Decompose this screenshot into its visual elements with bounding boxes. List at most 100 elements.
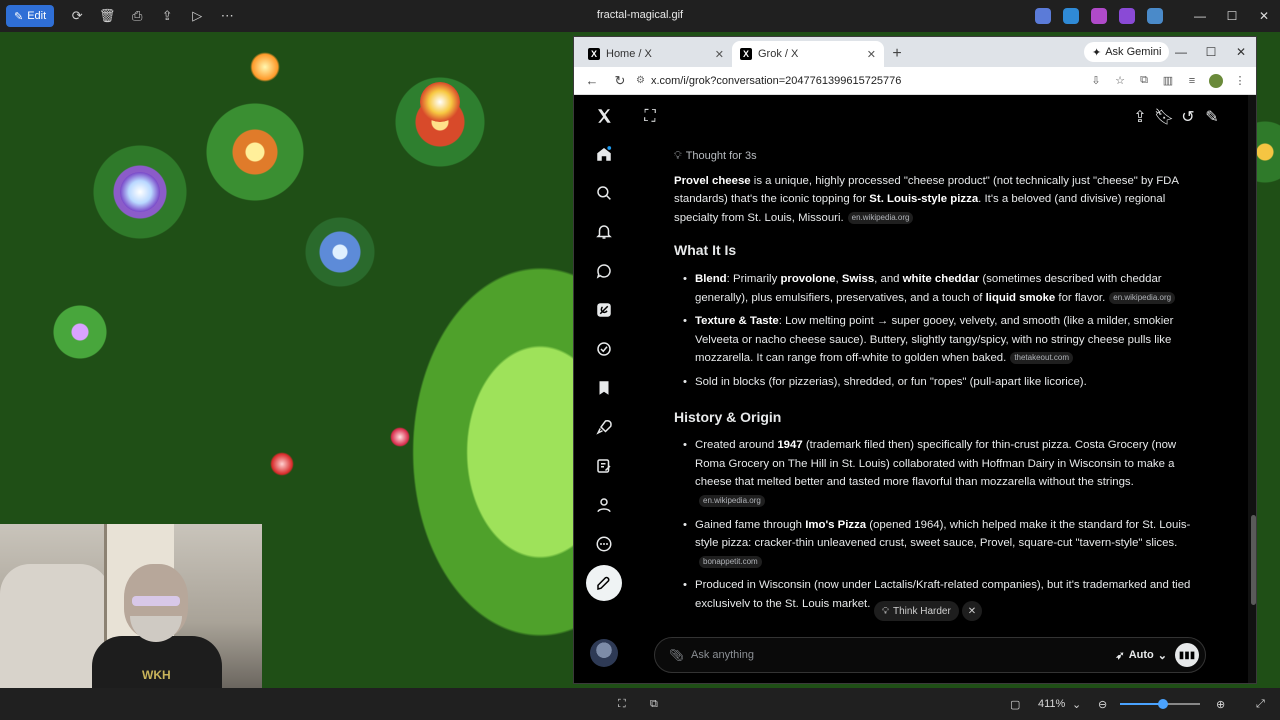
grok-icon[interactable]	[589, 295, 619, 325]
x-logo-icon: X	[740, 48, 752, 60]
delete-icon[interactable]: 🗑	[92, 4, 122, 28]
new-chat-icon[interactable]: ✎	[1204, 109, 1220, 126]
zoom-out-icon[interactable]: ⊖	[1098, 688, 1107, 720]
zoom-slider-knob[interactable]	[1158, 699, 1168, 709]
ask-composer: 📎︎ ➶ Auto ⌄ ▮▮▮	[654, 637, 1206, 673]
sidebar-icon[interactable]: ▥	[1158, 71, 1178, 91]
verified-icon[interactable]	[589, 334, 619, 364]
copilot-icon[interactable]	[1035, 8, 1051, 24]
source-chip[interactable]: en.wikipedia.org	[699, 494, 765, 507]
viewer-toolbar: ✎ Edit ⟳ 🗑 ⎙ ⇪ ▷ ⋯ fractal-magical.gif —…	[0, 0, 1280, 32]
close-icon[interactable]: ✕	[1248, 0, 1280, 32]
webcam-shirt-text: WKH	[142, 668, 171, 682]
profile-icon[interactable]	[1206, 71, 1226, 91]
expand-icon[interactable]: ⛶	[642, 108, 658, 125]
minimize-icon[interactable]: —	[1166, 37, 1196, 67]
bold-text: Blend	[695, 272, 727, 285]
source-chip[interactable]: bonappetit.com	[699, 555, 762, 568]
history-list: Created around 1947 (trademark filed the…	[674, 436, 1194, 607]
zoom-level[interactable]: 411%	[1038, 688, 1065, 720]
section-heading: What It Is	[674, 242, 737, 259]
messages-icon[interactable]	[589, 256, 619, 286]
profile-icon[interactable]	[589, 490, 619, 520]
zoom-in-icon[interactable]: ⊕	[1216, 688, 1225, 720]
rocket-icon[interactable]	[589, 412, 619, 442]
more-icon[interactable]	[589, 529, 619, 559]
scrollbar[interactable]	[1248, 95, 1256, 683]
think-harder-button[interactable]: 💡︎ Think Harder	[874, 601, 959, 621]
reading-list-icon[interactable]: ≡	[1182, 71, 1202, 91]
maximize-icon[interactable]: ☐	[1216, 0, 1248, 32]
app-icon[interactable]	[1119, 8, 1135, 24]
bold-text: white cheddar	[902, 272, 980, 285]
scrollbar-thumb[interactable]	[1251, 515, 1256, 605]
back-icon[interactable]: ←	[580, 69, 604, 93]
lightbulb-icon: 💡︎	[882, 605, 889, 617]
close-icon[interactable]: ✕	[715, 48, 724, 61]
zoom-slider[interactable]	[1120, 699, 1200, 709]
bookmarks-icon[interactable]	[589, 373, 619, 403]
tab-title: Home / X	[606, 48, 652, 60]
edit-button[interactable]: ✎ Edit	[6, 5, 55, 27]
search-icon[interactable]	[589, 178, 619, 208]
mode-select[interactable]: ➶ Auto ⌄	[1116, 649, 1167, 662]
url-field[interactable]: ⚙ x.com/i/grok?conversation=204776139961…	[636, 75, 1082, 87]
print-icon[interactable]: ⎙	[122, 4, 152, 28]
browser-window: X Home / X ✕ X Grok / X ✕ + ✦ Ask Gemini…	[573, 36, 1257, 684]
compose-button[interactable]	[586, 565, 622, 601]
fit-icon[interactable]: ⛶	[618, 688, 626, 720]
rotate-icon[interactable]: ⟳	[62, 4, 92, 28]
voice-button[interactable]: ▮▮▮	[1175, 643, 1199, 667]
share-icon[interactable]: ⇪	[1132, 109, 1148, 126]
browser-window-controls: — ☐ ✕	[1166, 37, 1256, 67]
close-icon[interactable]: ✕	[962, 601, 982, 621]
app-icon[interactable]	[1147, 8, 1163, 24]
ask-gemini-button[interactable]: ✦ Ask Gemini	[1084, 42, 1170, 62]
compare-icon[interactable]: ⧉	[650, 688, 658, 720]
list-item: Gained fame through Imo's Pizza (opened …	[683, 516, 1194, 572]
ask-input[interactable]	[691, 649, 1108, 661]
reload-icon[interactable]: ↻	[608, 69, 632, 93]
slideshow-icon[interactable]: ▷	[182, 4, 212, 28]
think-harder-label: Think Harder	[893, 605, 951, 617]
text: Sold in blocks (for pizzerias), shredded…	[695, 375, 1087, 388]
extensions-icon[interactable]: ⧉	[1134, 71, 1154, 91]
chevron-down-icon: ⌄	[1157, 649, 1167, 662]
thought-indicator[interactable]: 💡︎ Thought for 3s	[674, 147, 1194, 166]
more-icon[interactable]: ⋯	[212, 4, 242, 28]
close-icon[interactable]: ✕	[867, 48, 876, 61]
share-icon[interactable]: ⇪	[152, 4, 182, 28]
menu-icon[interactable]: ⋮	[1230, 71, 1250, 91]
tab-home-x[interactable]: X Home / X ✕	[580, 41, 732, 67]
edit-icon: ✎	[14, 10, 24, 23]
home-icon[interactable]	[589, 139, 619, 169]
site-info-icon[interactable]: ⚙	[636, 75, 645, 86]
history-icon[interactable]: ↺	[1180, 109, 1196, 126]
list-item: Sold in blocks (for pizzerias), shredded…	[683, 373, 1194, 392]
source-chip[interactable]: en.wikipedia.org	[847, 211, 914, 224]
maximize-icon[interactable]: ☐	[1196, 37, 1226, 67]
chevron-down-icon[interactable]: ⌄	[1072, 688, 1081, 720]
bookmark-icon[interactable]: 🔖︎	[1154, 109, 1174, 126]
rocket-icon: ➶	[1115, 649, 1125, 662]
close-icon[interactable]: ✕	[1226, 37, 1256, 67]
actual-size-icon[interactable]: ▢	[1010, 688, 1020, 720]
feather-icon	[597, 576, 610, 590]
source-chip[interactable]: en.wikipedia.org	[1109, 291, 1176, 304]
app-icon[interactable]	[1063, 8, 1079, 24]
mode-label: Auto	[1128, 649, 1154, 661]
tab-grok-x[interactable]: X Grok / X ✕	[732, 41, 884, 67]
minimize-icon[interactable]: —	[1184, 0, 1216, 32]
fullscreen-icon[interactable]: ⤢	[1256, 688, 1265, 720]
new-tab-button[interactable]: +	[884, 41, 910, 67]
source-chip[interactable]: thetakeout.com	[1010, 352, 1074, 365]
notifications-icon[interactable]	[589, 217, 619, 247]
x-logo-icon[interactable]	[589, 101, 619, 131]
app-icon[interactable]	[1091, 8, 1107, 24]
text: Created around	[695, 439, 778, 452]
bookmark-star-icon[interactable]: ☆	[1110, 71, 1130, 91]
articles-icon[interactable]	[589, 451, 619, 481]
install-app-icon[interactable]: ⇩	[1086, 71, 1106, 91]
avatar[interactable]	[590, 639, 618, 667]
attach-icon[interactable]: 📎︎	[669, 648, 684, 662]
